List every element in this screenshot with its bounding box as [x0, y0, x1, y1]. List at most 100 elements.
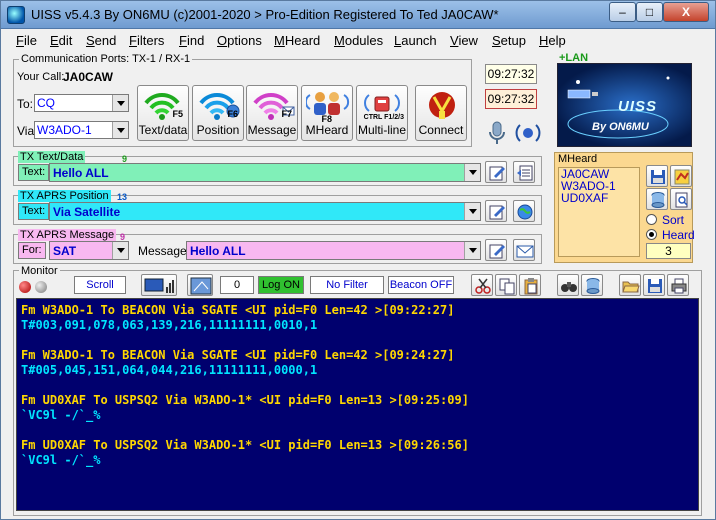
- to-value: CQ: [37, 96, 55, 110]
- envelope-icon: [516, 245, 534, 258]
- no-filter-button[interactable]: No Filter: [310, 276, 384, 294]
- sort-radio[interactable]: [646, 214, 657, 225]
- heard-radio[interactable]: [646, 229, 657, 240]
- database-button[interactable]: [581, 274, 603, 296]
- position-label: Position: [196, 123, 240, 137]
- to-combo[interactable]: CQ: [34, 94, 129, 112]
- message-label: Message: [247, 123, 297, 137]
- paste-button[interactable]: [519, 274, 541, 296]
- text-data-button[interactable]: F5 Text/data: [137, 85, 189, 141]
- menu-filters[interactable]: Filters: [129, 33, 164, 48]
- local-clock: 09:27:32: [485, 64, 537, 84]
- mheard-database-button[interactable]: [646, 188, 668, 210]
- menu-modules[interactable]: Modules: [334, 33, 383, 48]
- tx-text-field-label: Text:: [18, 164, 50, 181]
- send-message-button[interactable]: [513, 239, 535, 261]
- red-led-icon: [19, 281, 31, 293]
- map-icon: [674, 169, 690, 185]
- edit-position-button[interactable]: [485, 200, 507, 222]
- chevron-down-icon[interactable]: [464, 203, 480, 220]
- mheard-list[interactable]: JA0CAW W3ADO-1 UD0XAF: [558, 167, 640, 257]
- mheard-map-button[interactable]: [670, 165, 692, 187]
- title-bar[interactable]: UISS v5.4.3 By ON6MU (c)2001-2020 > Pro-…: [1, 1, 715, 29]
- mheard-save-button[interactable]: [646, 165, 668, 187]
- sound-waves-icon: [515, 124, 541, 142]
- tx-aprs-position-field-label: Text:: [18, 203, 50, 220]
- mheard-item[interactable]: UD0XAF: [559, 192, 639, 204]
- radio-tower-icon: [364, 94, 400, 112]
- monitor-view-button[interactable]: [187, 274, 213, 296]
- text-data-fkey: F5: [172, 109, 183, 119]
- menu-send[interactable]: Send: [86, 33, 116, 48]
- beacon-off-button[interactable]: Beacon OFF: [388, 276, 454, 294]
- tx-text-value: Hello ALL: [53, 166, 109, 180]
- send-text-button[interactable]: [513, 161, 535, 183]
- menu-setup[interactable]: Setup: [492, 33, 526, 48]
- menu-bar: File Edit Send Filters Find Options MHea…: [1, 30, 715, 50]
- microphone-button[interactable]: [485, 118, 509, 146]
- to-label: To:: [17, 97, 34, 111]
- monitor-line: `VC9l -/`_%: [21, 408, 101, 422]
- your-call-value: JA0CAW: [63, 70, 114, 84]
- menu-find[interactable]: Find: [179, 33, 204, 48]
- multiline-button[interactable]: CTRL F1/2/3 Multi-line: [356, 85, 408, 141]
- message-button[interactable]: F7 Message: [246, 85, 298, 141]
- your-call-label: Your Call:: [17, 71, 65, 83]
- close-button[interactable]: X: [663, 2, 709, 22]
- position-button[interactable]: F6 Position: [192, 85, 244, 141]
- sort-label: Sort: [662, 213, 685, 227]
- cut-button[interactable]: [471, 274, 493, 296]
- edit-message-button[interactable]: [485, 239, 507, 261]
- for-input[interactable]: SAT: [49, 241, 129, 260]
- save-button[interactable]: [643, 274, 665, 296]
- print-button[interactable]: [667, 274, 689, 296]
- tx-aprs-position-value: Via Satellite: [53, 205, 121, 219]
- binoculars-icon: [561, 282, 577, 292]
- monitor-line: Fm W3ADO-1 To BEACON Via SGATE <UI pid=F…: [21, 303, 455, 317]
- minimize-button[interactable]: –: [609, 2, 636, 22]
- chevron-down-icon[interactable]: [464, 242, 480, 259]
- folder-open-icon: [622, 281, 640, 293]
- voice-button[interactable]: [512, 118, 542, 146]
- for-value: SAT: [53, 244, 77, 258]
- floppy-icon: [651, 170, 665, 184]
- monitor-line: Fm UD0XAF To USPSQ2 Via W3ADO-1* <UI pid…: [21, 393, 469, 407]
- tx-text-input[interactable]: Hello ALL: [49, 163, 481, 182]
- mheard-find-button[interactable]: [670, 188, 692, 210]
- globe-position-button[interactable]: [513, 200, 535, 222]
- chevron-down-icon[interactable]: [112, 95, 128, 111]
- logo-by-text: By ON6MU: [592, 121, 649, 133]
- position-fkey: F6: [227, 109, 238, 119]
- via-combo[interactable]: W3ADO-1: [34, 121, 129, 139]
- menu-mheard[interactable]: MHeard: [274, 33, 320, 48]
- monitor-screen-button[interactable]: [141, 274, 177, 296]
- menu-view[interactable]: View: [450, 33, 478, 48]
- chevron-down-icon[interactable]: [464, 164, 480, 181]
- tx-text-label: TX Text/Data: [18, 151, 86, 163]
- menu-launch[interactable]: Launch: [394, 33, 437, 48]
- monitor-display[interactable]: Fm W3ADO-1 To BEACON Via SGATE <UI pid=F…: [16, 298, 699, 511]
- menu-options[interactable]: Options: [217, 33, 262, 48]
- monitor-chart-icon: [144, 278, 174, 293]
- menu-help[interactable]: Help: [539, 33, 566, 48]
- utc-clock: 09:27:32: [485, 89, 537, 109]
- chevron-down-icon[interactable]: [112, 122, 128, 138]
- window-icon: [190, 277, 212, 295]
- menu-edit[interactable]: Edit: [50, 33, 72, 48]
- maximize-button[interactable]: □: [636, 2, 663, 22]
- connect-button[interactable]: Connect: [415, 85, 467, 141]
- menu-file[interactable]: File: [16, 33, 37, 48]
- edit-text-button[interactable]: [485, 161, 507, 183]
- find-button[interactable]: [557, 274, 579, 296]
- message-input[interactable]: Hello ALL: [186, 241, 481, 260]
- monitor-label: Monitor: [19, 265, 60, 277]
- copy-button[interactable]: [495, 274, 517, 296]
- tx-aprs-position-input[interactable]: Via Satellite: [49, 202, 481, 221]
- app-icon[interactable]: [7, 6, 25, 24]
- mheard-button[interactable]: F8 MHeard: [301, 85, 353, 141]
- multiline-fkey: CTRL F1/2/3: [363, 114, 404, 121]
- scroll-button[interactable]: Scroll: [74, 276, 126, 294]
- log-on-button[interactable]: Log ON: [258, 276, 304, 294]
- open-button[interactable]: [619, 274, 641, 296]
- chevron-down-icon[interactable]: [112, 242, 128, 259]
